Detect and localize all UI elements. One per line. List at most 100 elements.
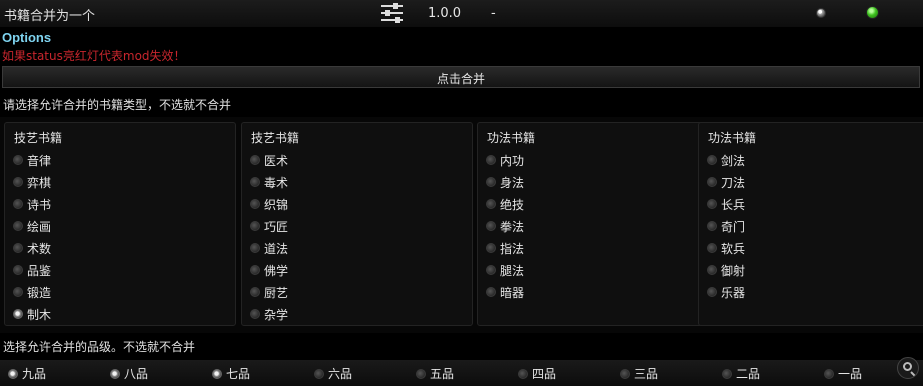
book-type-checkbox[interactable]: 品鉴 xyxy=(13,260,51,280)
book-type-checkbox[interactable]: 指法 xyxy=(486,238,524,258)
radio-icon xyxy=(722,368,732,379)
mod-title: 书籍合并为一个 xyxy=(4,9,96,24)
book-type-checkbox[interactable]: 弈棋 xyxy=(13,172,51,192)
book-type-checkbox[interactable]: 厨艺 xyxy=(250,282,288,302)
book-type-column: 技艺书籍医术 毒术织锦巧匠道法佛学厨艺杂学 xyxy=(241,122,473,326)
book-type-checkbox[interactable]: 佛学 xyxy=(250,260,288,280)
grade-prompt: 选择允许合并的品级。不选就不合并 xyxy=(3,340,196,354)
column-header: 技艺书籍 xyxy=(14,131,63,145)
radio-icon xyxy=(707,287,717,297)
radio-icon xyxy=(707,221,717,231)
book-type-checkbox[interactable]: 剑法 xyxy=(707,150,745,170)
book-type-checkbox[interactable]: 暗器 xyxy=(486,282,524,302)
book-type-label: 品鉴 xyxy=(27,263,52,278)
column-header: 功法书籍 xyxy=(708,131,757,145)
book-type-label: 绘画 xyxy=(27,219,52,234)
radio-icon xyxy=(13,221,23,231)
book-type-checkbox[interactable]: 制木 xyxy=(13,304,51,324)
book-type-label: 锻造 xyxy=(27,285,52,300)
radio-icon xyxy=(707,243,717,253)
book-type-label: 内功 xyxy=(500,153,525,168)
book-type-checkbox[interactable]: 拳法 xyxy=(486,216,524,236)
book-type-checkbox[interactable]: 内功 xyxy=(486,150,524,170)
book-type-checkbox[interactable]: 绘画 xyxy=(13,216,51,236)
grade-checkbox[interactable]: 七品 xyxy=(212,365,250,382)
radio-icon xyxy=(250,155,260,165)
radio-icon xyxy=(486,265,496,275)
book-type-checkbox[interactable]: 身法 xyxy=(486,172,524,192)
book-type-label: 拳法 xyxy=(500,219,525,234)
book-type-checkbox[interactable]: 巧匠 xyxy=(250,216,288,236)
book-type-label: 弈棋 xyxy=(27,175,52,190)
book-type-checkbox[interactable]: 软兵 xyxy=(707,238,745,258)
book-type-label: 奇门 xyxy=(721,219,746,234)
merge-button-label: 点击合并 xyxy=(436,72,485,86)
enable-toggle[interactable] xyxy=(816,8,826,18)
book-type-checkbox[interactable]: 乐器 xyxy=(707,282,745,302)
radio-icon xyxy=(250,221,260,231)
radio-icon xyxy=(13,155,23,165)
book-type-checkbox[interactable]: 长兵 xyxy=(707,194,745,214)
book-type-label: 制木 xyxy=(27,307,52,322)
book-type-label: 腿法 xyxy=(500,263,525,278)
radio-icon xyxy=(250,265,260,275)
book-type-checkbox[interactable]: 术数 xyxy=(13,238,51,258)
book-type-checkbox[interactable]: 锻造 xyxy=(13,282,51,302)
grade-checkbox[interactable]: 三品 xyxy=(620,365,658,382)
book-type-checkbox[interactable]: 刀法 xyxy=(707,172,745,192)
book-type-column: 功法书籍剑法刀法长兵奇门软兵 御射 乐器 xyxy=(698,122,923,326)
book-type-checkbox[interactable]: 杂学 xyxy=(250,304,288,324)
book-type-checkbox[interactable]: 医术 xyxy=(250,150,288,170)
book-type-label: 剑法 xyxy=(721,153,746,168)
radio-icon xyxy=(13,309,23,319)
radio-icon xyxy=(250,199,260,209)
grade-label: 三品 xyxy=(634,367,659,381)
radio-icon xyxy=(486,243,496,253)
radio-icon xyxy=(13,287,23,297)
grade-checkbox[interactable]: 一品 xyxy=(824,365,862,382)
radio-icon xyxy=(13,265,23,275)
grade-label: 二品 xyxy=(736,367,761,381)
status-warning: 如果status亮红灯代表mod失效！ xyxy=(2,49,186,63)
book-type-checkbox[interactable]: 腿法 xyxy=(486,260,524,280)
grade-checkbox[interactable]: 四品 xyxy=(518,365,556,382)
grade-checkbox[interactable]: 五品 xyxy=(416,365,454,382)
column-header: 技艺书籍 xyxy=(251,131,300,145)
status-light-icon xyxy=(866,6,879,19)
book-type-checkbox[interactable]: 毒术 xyxy=(250,172,288,192)
grade-checkbox[interactable]: 二品 xyxy=(722,365,760,382)
radio-icon xyxy=(486,177,496,187)
radio-icon xyxy=(314,368,324,379)
radio-icon xyxy=(13,243,23,253)
grade-checkbox[interactable]: 六品 xyxy=(314,365,352,382)
book-type-checkbox[interactable]: 诗书 xyxy=(13,194,51,214)
radio-icon xyxy=(8,368,18,379)
book-type-checkbox[interactable]: 音律 xyxy=(13,150,51,170)
sliders-icon[interactable] xyxy=(379,1,405,25)
book-type-checkbox[interactable]: 道法 xyxy=(250,238,288,258)
book-type-checkbox[interactable]: 绝技 xyxy=(486,194,524,214)
zoom-icon[interactable] xyxy=(897,357,919,379)
radio-icon xyxy=(486,221,496,231)
grade-label: 九品 xyxy=(22,367,47,381)
radio-icon xyxy=(212,368,222,379)
mod-version: 1.0.0 xyxy=(428,6,462,21)
radio-icon xyxy=(620,368,630,379)
grade-label: 四品 xyxy=(532,367,557,381)
grade-checkbox[interactable]: 八品 xyxy=(110,365,148,382)
grade-checkbox[interactable]: 九品 xyxy=(8,365,46,382)
radio-icon xyxy=(486,287,496,297)
merge-button[interactable]: 点击合并 xyxy=(2,66,920,88)
book-type-label: 长兵 xyxy=(721,197,746,212)
book-type-label: 刀法 xyxy=(721,175,746,190)
book-type-label: 织锦 xyxy=(264,197,289,212)
book-type-checkbox[interactable]: 奇门 xyxy=(707,216,745,236)
book-type-label: 厨艺 xyxy=(264,285,289,300)
book-type-checkbox[interactable]: 织锦 xyxy=(250,194,288,214)
book-type-column: 功法书籍 内功 身法 绝技 拳法 指法 腿法 暗器 xyxy=(477,122,709,326)
book-type-label: 诗书 xyxy=(27,197,52,212)
book-type-checkbox[interactable]: 御射 xyxy=(707,260,745,280)
book-type-label: 道法 xyxy=(264,241,289,256)
book-type-label: 杂学 xyxy=(264,307,289,322)
radio-icon xyxy=(707,155,717,165)
